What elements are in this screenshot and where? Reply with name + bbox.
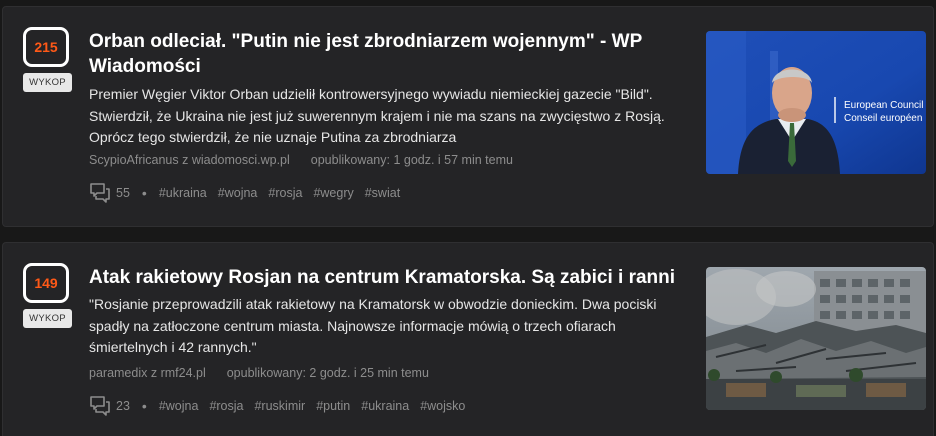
published-time: opublikowany: 2 godz. i 25 min temu: [226, 366, 429, 380]
entry-description: Premier Węgier Viktor Orban udzielił kon…: [89, 86, 665, 145]
entry-description: "Rosjanie przeprowadzili atak rakietowy …: [89, 296, 657, 355]
source-domain[interactable]: z rmf24.pl: [151, 366, 206, 380]
tag-link[interactable]: #wojsko: [420, 399, 465, 413]
tag-link[interactable]: #ukraina: [361, 399, 409, 413]
tag-link[interactable]: #swiat: [365, 186, 400, 200]
comment-count[interactable]: 55: [116, 186, 130, 200]
tag-link[interactable]: #ruskimir: [254, 399, 305, 413]
tag-link[interactable]: #wojna: [159, 399, 199, 413]
separator-dot: •: [141, 398, 147, 414]
tag-link[interactable]: #rosja: [209, 399, 243, 413]
news-photo-icon: European Council Conseil européen: [706, 31, 926, 174]
news-photo-icon: [706, 267, 926, 410]
author-link[interactable]: ScypioAfricanus: [89, 153, 179, 167]
entry-title-link[interactable]: Atak rakietowy Rosjan na centrum Kramato…: [89, 265, 679, 290]
entry-thumbnail[interactable]: [706, 267, 926, 410]
author-link[interactable]: paramedix: [89, 366, 147, 380]
wykop-vote-button[interactable]: WYKOP: [23, 73, 72, 92]
tag-link[interactable]: #wojna: [218, 186, 258, 200]
source-domain[interactable]: z wiadomosci.wp.pl: [182, 153, 290, 167]
tag-link[interactable]: #ukraina: [159, 186, 207, 200]
svg-text:Conseil européen: Conseil européen: [844, 113, 922, 124]
entry-footer: 23 • #wojna #rosja #ruskimir #putin #ukr…: [89, 395, 476, 417]
comment-icon[interactable]: [89, 182, 111, 204]
link-entry: 149 WYKOP Atak rakietowy Rosjan na centr…: [2, 242, 934, 436]
separator-dot: •: [141, 185, 147, 201]
tag-link[interactable]: #rosja: [268, 186, 302, 200]
entry-title-link[interactable]: Orban odleciał. "Putin nie jest zbrodnia…: [89, 29, 679, 79]
vote-count: 215: [23, 27, 69, 67]
link-entry: 215 WYKOP Orban odleciał. "Putin nie jes…: [2, 6, 934, 227]
vote-count: 149: [23, 263, 69, 303]
comment-count[interactable]: 23: [116, 399, 130, 413]
entry-thumbnail[interactable]: European Council Conseil européen: [706, 31, 926, 174]
entry-meta: paramedix z rmf24.pl opublikowany: 2 god…: [89, 366, 429, 380]
published-time: opublikowany: 1 godz. i 57 min temu: [310, 153, 513, 167]
tag-link[interactable]: #putin: [316, 399, 350, 413]
comment-icon[interactable]: [89, 395, 111, 417]
entry-meta: ScypioAfricanus z wiadomosci.wp.pl opubl…: [89, 153, 513, 167]
entry-footer: 55 • #ukraina #wojna #rosja #wegry #swia…: [89, 182, 411, 204]
tag-link[interactable]: #wegry: [313, 186, 353, 200]
svg-text:European Council: European Council: [844, 100, 924, 111]
wykop-vote-button[interactable]: WYKOP: [23, 309, 72, 328]
